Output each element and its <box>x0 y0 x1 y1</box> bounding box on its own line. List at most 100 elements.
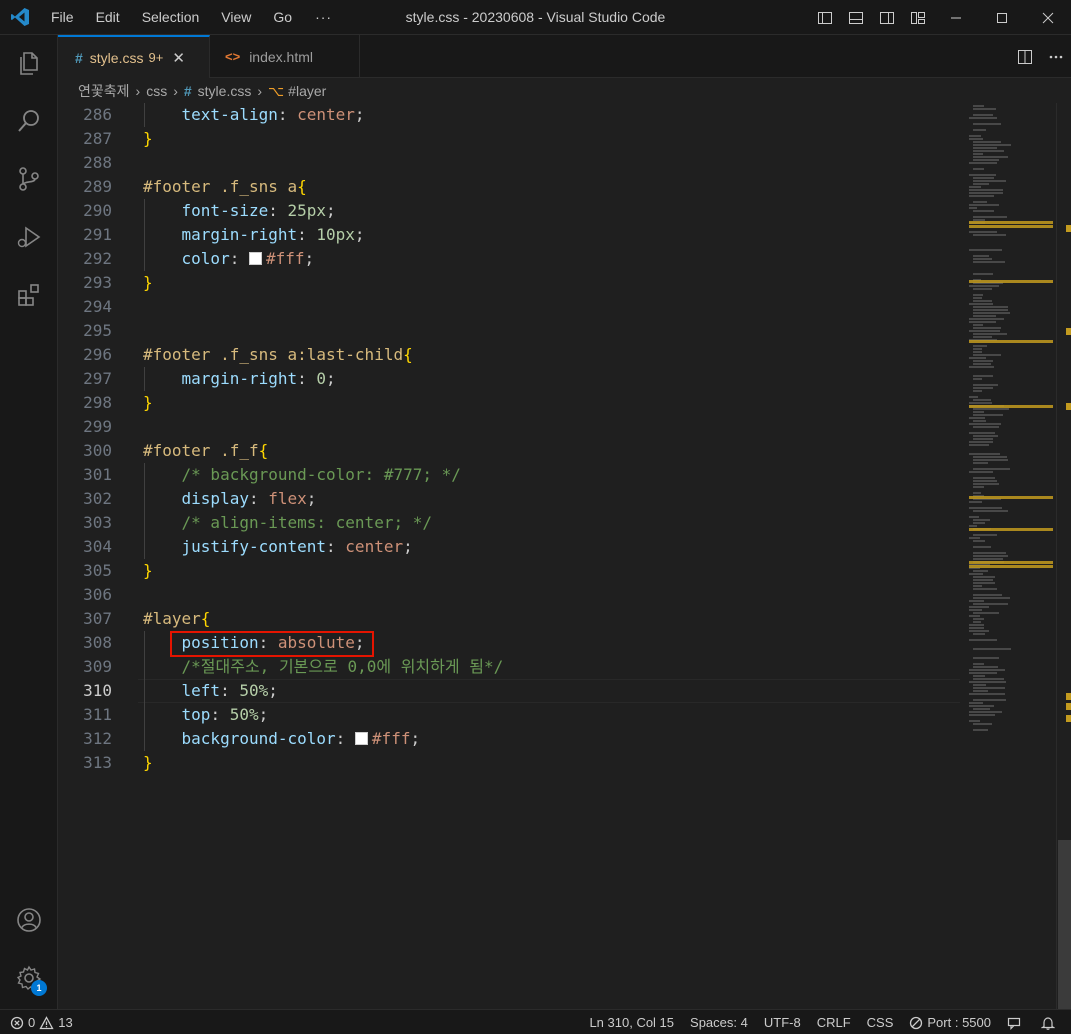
minimap-line <box>973 105 984 107</box>
minimap-line <box>969 627 984 629</box>
minimap-line <box>969 318 1004 320</box>
breadcrumb-file[interactable]: style.css <box>198 83 252 99</box>
minimap-line <box>973 150 1004 152</box>
minimap-highlight <box>969 225 1053 228</box>
extensions-icon[interactable] <box>0 271 58 319</box>
minimap-line <box>973 534 997 536</box>
minimap-line <box>973 519 990 521</box>
toggle-panel-icon[interactable] <box>840 0 871 35</box>
code-line: 307 #layer{ <box>83 609 211 628</box>
minimap-line <box>969 516 979 518</box>
toggle-secondary-sidebar-icon[interactable] <box>871 0 902 35</box>
minimap-line <box>969 204 999 206</box>
minimap-line <box>969 423 1001 425</box>
breadcrumb-folder-root[interactable]: 연꽃축제 <box>78 81 130 101</box>
minimap-line <box>973 144 1011 146</box>
scrollbar-marker <box>1066 693 1071 700</box>
breadcrumb-symbol[interactable]: #layer <box>288 83 326 99</box>
breadcrumb-folder-css[interactable]: css <box>146 83 167 99</box>
minimap-highlight <box>969 221 1053 224</box>
minimap-line <box>973 153 983 155</box>
minimap-line <box>973 360 993 362</box>
minimap[interactable] <box>964 103 1056 1009</box>
tab-index-html[interactable]: <> index.html <box>210 35 360 78</box>
color-swatch[interactable] <box>354 732 368 745</box>
minimap-line <box>969 624 984 626</box>
problems-indicator[interactable]: 0 13 <box>10 1015 73 1030</box>
language-mode[interactable]: CSS <box>867 1015 894 1030</box>
menu-go[interactable]: Go <box>262 0 303 35</box>
tab-style-css[interactable]: # style.css 9+ ✕ <box>58 35 210 78</box>
file-encoding[interactable]: UTF-8 <box>764 1015 801 1030</box>
menu-file[interactable]: File <box>40 0 85 35</box>
minimap-line <box>973 156 1008 158</box>
port-label: Port : 5500 <box>927 1015 991 1030</box>
minimap-line <box>973 261 1005 263</box>
accounts-icon[interactable] <box>0 896 58 944</box>
menu-edit[interactable]: Edit <box>85 0 131 35</box>
symbol-class-icon: ⌥ <box>268 82 285 99</box>
error-count: 0 <box>28 1015 36 1030</box>
minimap-line <box>973 183 989 185</box>
minimap-line <box>969 135 981 137</box>
cursor-position[interactable]: Ln 310, Col 15 <box>589 1015 674 1030</box>
minimap-line <box>969 714 995 716</box>
explorer-icon[interactable] <box>0 39 58 87</box>
minimap-line <box>969 672 997 674</box>
toggle-primary-sidebar-icon[interactable] <box>809 0 840 35</box>
minimap-line <box>973 468 1010 470</box>
menu-more-button[interactable]: ··· <box>303 0 344 35</box>
settings-gear-icon[interactable]: 1 <box>0 954 58 1002</box>
more-actions-icon[interactable] <box>1040 35 1071 78</box>
maximize-icon[interactable] <box>979 0 1025 35</box>
minimap-line <box>969 330 1000 332</box>
minimap-line <box>973 255 989 257</box>
minimap-line <box>973 585 982 587</box>
minimap-line <box>973 462 988 464</box>
minimap-line <box>973 570 988 572</box>
minimap-line <box>969 321 996 323</box>
end-of-line[interactable]: CRLF <box>817 1015 851 1030</box>
minimize-icon[interactable] <box>933 0 979 35</box>
customize-layout-icon[interactable] <box>902 0 933 35</box>
minimap-line <box>973 408 1009 410</box>
color-swatch[interactable] <box>248 252 262 265</box>
minimap-line <box>973 633 985 635</box>
minimap-line <box>973 294 983 296</box>
run-debug-icon[interactable] <box>0 213 58 261</box>
minimap-highlight <box>969 565 1053 568</box>
close-tab-icon[interactable]: ✕ <box>172 49 185 67</box>
source-control-icon[interactable] <box>0 155 58 203</box>
minimap-line <box>973 273 993 275</box>
minimap-line <box>973 216 1007 218</box>
minimap-line <box>969 162 997 164</box>
minimap-line <box>969 507 1002 509</box>
activity-bar: 1 <box>0 35 58 1009</box>
minimap-line <box>973 477 995 479</box>
chevron-right-icon: › <box>135 83 141 99</box>
close-window-icon[interactable] <box>1025 0 1071 35</box>
menu-view[interactable]: View <box>210 0 262 35</box>
minimap-line <box>973 336 992 338</box>
code-line: 289 #footer .f_sns a{ <box>83 177 307 196</box>
minimap-line <box>973 114 993 116</box>
minimap-line <box>969 711 1002 713</box>
tab-label: index.html <box>249 48 313 65</box>
split-editor-icon[interactable] <box>1009 35 1040 78</box>
vertical-scrollbar[interactable] <box>1056 103 1071 1010</box>
search-icon[interactable] <box>0 97 58 145</box>
minimap-line <box>969 192 1003 194</box>
live-server-port[interactable]: Port : 5500 <box>909 1015 991 1030</box>
minimap-line <box>973 612 999 614</box>
feedback-button[interactable] <box>1007 1016 1025 1030</box>
code-editor[interactable]: 286 text-align: center; 287} 288 289 #foo… <box>58 103 964 1009</box>
scrollbar-thumb[interactable] <box>1058 840 1071 1010</box>
feedback-icon <box>1007 1017 1021 1030</box>
notifications-button[interactable] <box>1041 1016 1059 1030</box>
problem-count-badge: 9+ <box>148 50 164 65</box>
menu-selection[interactable]: Selection <box>131 0 211 35</box>
indentation[interactable]: Spaces: 4 <box>690 1015 748 1030</box>
code-line: 299 <box>83 417 112 436</box>
code-line: 293} <box>83 273 153 292</box>
minimap-line <box>969 525 977 527</box>
